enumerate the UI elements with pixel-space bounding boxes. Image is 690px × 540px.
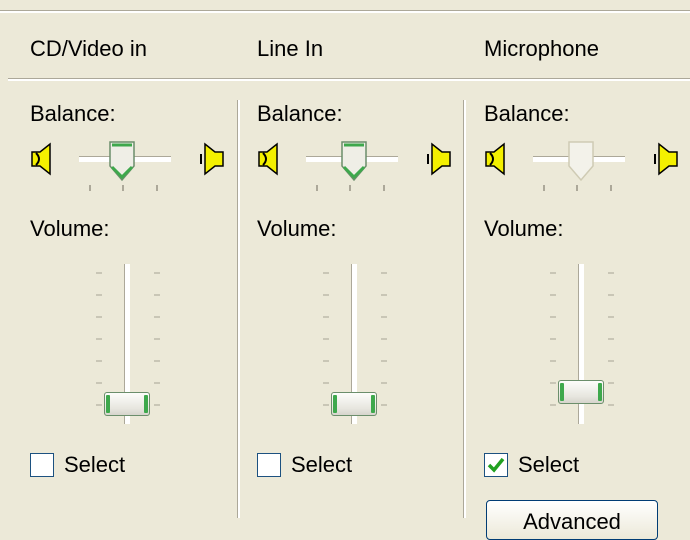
- advanced-button[interactable]: Advanced: [486, 500, 658, 540]
- select-label[interactable]: Select: [518, 452, 579, 478]
- balance-label: Balance:: [30, 101, 116, 126]
- balance-slider-thumb[interactable]: [108, 140, 136, 182]
- left-speaker-icon: [258, 142, 278, 176]
- column-title-line-in: Line In: [257, 36, 324, 61]
- volume-label: Volume:: [30, 216, 110, 241]
- column-title-microphone: Microphone: [484, 36, 599, 61]
- balance-tick: [349, 185, 351, 191]
- select-label[interactable]: Select: [291, 452, 352, 478]
- left-speaker-icon: [31, 142, 51, 176]
- balance-tick: [610, 185, 612, 191]
- balance-slider-thumb-disabled[interactable]: [567, 140, 595, 182]
- balance-label: Balance:: [257, 101, 343, 126]
- right-speaker-icon: [200, 142, 224, 176]
- header-separator: [8, 78, 690, 81]
- select-checkbox[interactable]: [30, 453, 54, 477]
- balance-tick: [122, 185, 124, 191]
- balance-tick: [383, 185, 385, 191]
- volume-label: Volume:: [257, 216, 337, 241]
- right-speaker-icon: [427, 142, 451, 176]
- select-label[interactable]: Select: [64, 452, 125, 478]
- column-divider: [463, 100, 466, 518]
- balance-tick: [89, 185, 91, 191]
- volume-slider-thumb[interactable]: [558, 380, 604, 404]
- select-checkbox[interactable]: [257, 453, 281, 477]
- select-checkbox-checked[interactable]: [484, 453, 508, 477]
- column-title-cd-video: CD/Video in: [30, 36, 147, 61]
- volume-label: Volume:: [484, 216, 564, 241]
- balance-label: Balance:: [484, 101, 570, 126]
- balance-slider-thumb[interactable]: [340, 140, 368, 182]
- column-divider: [237, 100, 240, 518]
- checkmark-icon: [487, 457, 505, 473]
- volume-slider-thumb[interactable]: [331, 392, 377, 416]
- top-border: [0, 10, 690, 13]
- balance-tick: [316, 185, 318, 191]
- volume-slider-thumb[interactable]: [104, 392, 150, 416]
- balance-tick: [156, 185, 158, 191]
- right-speaker-icon: [654, 142, 678, 176]
- left-speaker-icon: [485, 142, 505, 176]
- balance-tick: [576, 185, 578, 191]
- balance-tick: [543, 185, 545, 191]
